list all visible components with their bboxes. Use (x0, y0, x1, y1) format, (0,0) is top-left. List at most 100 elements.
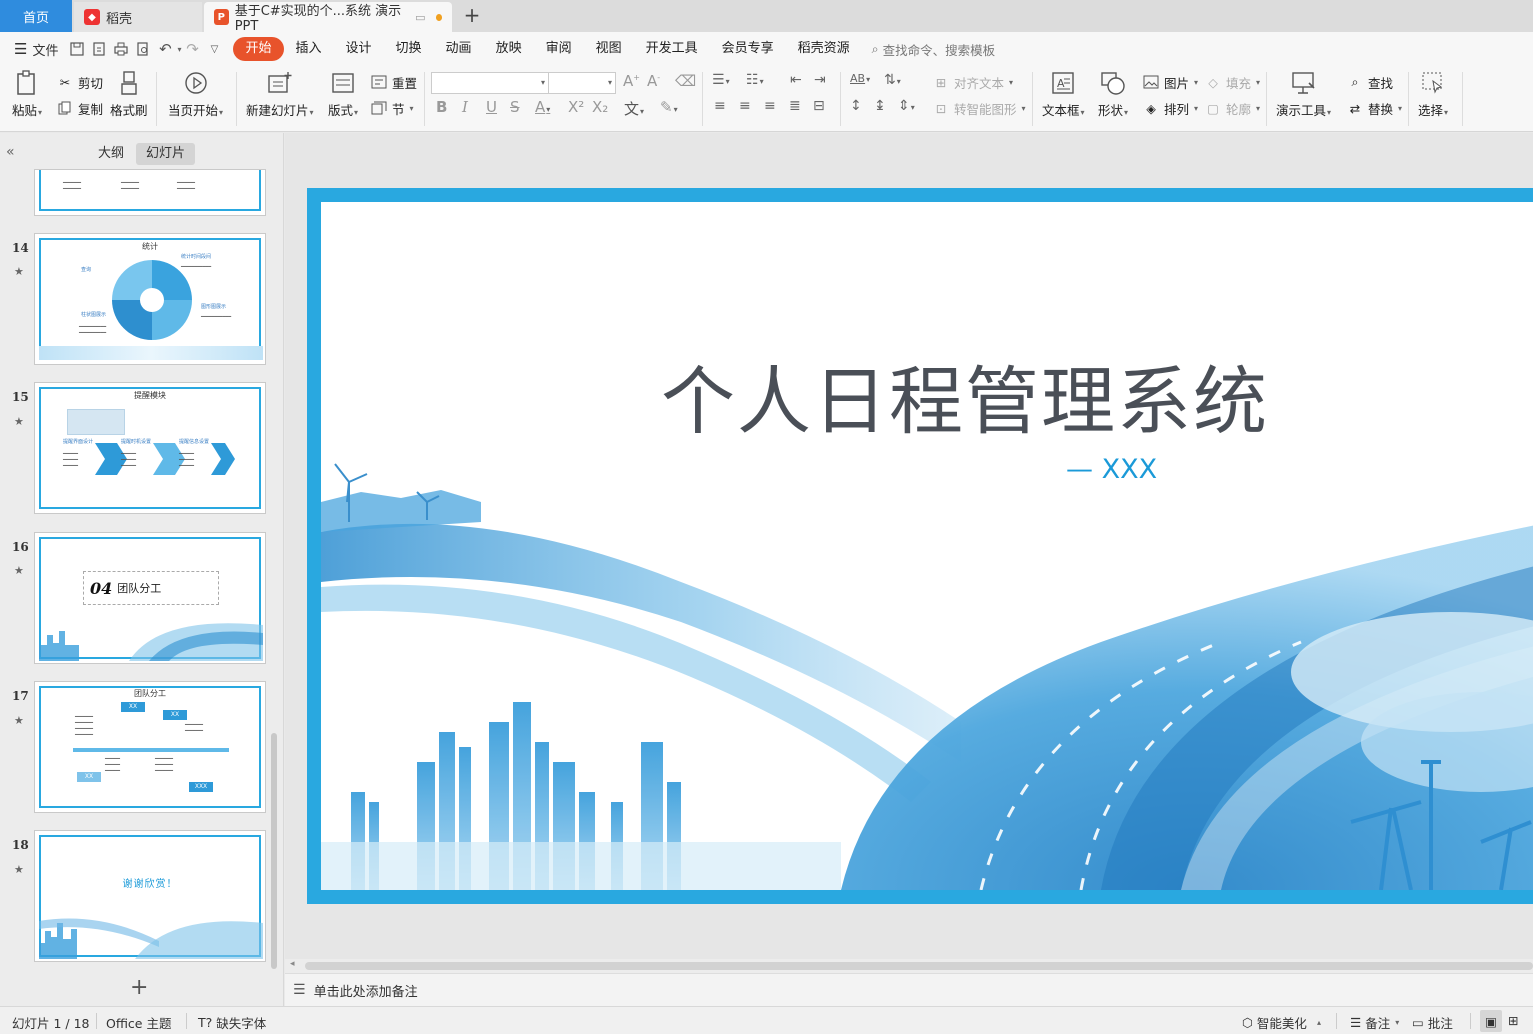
font-size-combo[interactable]: ▾ (548, 72, 616, 94)
bullets-icon[interactable]: ☰▾ (712, 72, 730, 88)
print-icon[interactable] (110, 38, 132, 60)
tab-slides[interactable]: 幻灯片 (136, 143, 196, 165)
font-color-icon[interactable]: A▾ (535, 98, 550, 116)
arrange-button[interactable]: ◈ 排列 ▾ (1142, 97, 1198, 119)
customize-quick-access-icon[interactable]: ▽ (203, 38, 225, 60)
export-pdf-icon[interactable] (88, 38, 110, 60)
smart-beautify-button[interactable]: ⬡ 智能美化 ▴ (1242, 1013, 1321, 1032)
paragraph-spacing-icon[interactable]: ↨ (874, 98, 886, 114)
superscript-icon[interactable]: X² (568, 98, 584, 116)
clear-format-icon[interactable]: ⌫ (675, 72, 696, 90)
command-search[interactable]: ⌕ 查找命令、搜索模板 (872, 40, 996, 59)
find-button[interactable]: ⌕ 查找 (1346, 71, 1393, 93)
menu-transition[interactable]: 切换 (384, 37, 434, 61)
redo-icon[interactable]: ↷ (181, 38, 203, 60)
print-preview-icon[interactable] (132, 38, 154, 60)
tab-outline[interactable]: 大纲 (88, 143, 134, 165)
tab-docer[interactable]: ◆ 稻壳 (74, 2, 202, 32)
file-menu[interactable]: ☰ 文件 (0, 40, 66, 59)
slide-sorter-button[interactable]: ⊞ (1508, 1013, 1518, 1028)
slide-subtitle[interactable]: — XXX (1066, 454, 1157, 485)
copy-button[interactable]: 复制 (56, 97, 103, 119)
notes-area[interactable]: ☰ 单击此处添加备注 (285, 973, 1533, 1006)
scrollbar-thumb[interactable] (305, 962, 1533, 970)
tab-home[interactable]: 首页 (0, 0, 72, 32)
text-shadow-icon[interactable]: AB▾ (850, 72, 870, 85)
shape-button[interactable]: 形状▾ (1098, 70, 1128, 119)
cut-button[interactable]: ✂ 剪切 (56, 71, 103, 93)
subscript-icon[interactable]: X₂ (592, 98, 608, 116)
menu-insert[interactable]: 插入 (284, 37, 334, 61)
paste-button[interactable]: 粘贴▾ (12, 70, 42, 119)
slide-thumbnail-15[interactable]: 提醒模块 提醒界面设计 提醒时机设置 提醒信息设置 ━━━━━ ━━━━━ ━━━━… (34, 382, 266, 514)
save-icon[interactable] (66, 38, 88, 60)
menu-view[interactable]: 视图 (584, 37, 634, 61)
horizontal-scrollbar[interactable]: ◂ (285, 959, 1533, 973)
menu-review[interactable]: 审阅 (534, 37, 584, 61)
slide-thumbnail-18[interactable]: 谢谢欣赏！ (34, 830, 266, 962)
distribute-icon[interactable]: ⊟ (813, 98, 825, 114)
tab-document[interactable]: P 基于C#实现的个...系统 演示PPT ▭ (204, 2, 452, 34)
missing-font-button[interactable]: T? 缺失字体 (198, 1013, 266, 1032)
fill-button[interactable]: ◇ 填充 ▾ (1204, 71, 1260, 93)
italic-icon[interactable]: I (462, 98, 468, 116)
slide-thumbnail-16[interactable]: 04 团队分工 (34, 532, 266, 664)
bold-icon[interactable]: B (436, 98, 447, 116)
layout-button[interactable]: 版式▾ (328, 70, 358, 119)
reset-button[interactable]: 重置 (370, 71, 417, 93)
comment-button[interactable]: ▭ 批注 (1412, 1013, 1453, 1032)
font-name-combo[interactable]: ▾ (431, 72, 549, 94)
new-slide-button[interactable]: 新建幻灯片▾ (246, 70, 314, 119)
new-tab-button[interactable]: + (460, 4, 484, 28)
spacing-more-icon[interactable]: ⇕▾ (898, 98, 915, 114)
slide-thumbnail-13[interactable]: ━━━━━━ ━━━━━━ ━━━━━━ ━━━━━━ ━━━━━━ ━━━━━━ (34, 169, 266, 216)
textbox-button[interactable]: A 文本框▾ (1042, 70, 1085, 119)
menu-member[interactable]: 会员专享 (710, 37, 786, 61)
arrange-icon: ◈ (1146, 100, 1156, 116)
highlight-icon[interactable]: ✎▾ (660, 98, 678, 116)
menu-animation[interactable]: 动画 (434, 37, 484, 61)
menu-slideshow[interactable]: 放映 (484, 37, 534, 61)
strikethrough-icon[interactable]: S (510, 98, 520, 116)
align-right-icon[interactable]: ≡ (764, 98, 776, 114)
menu-start[interactable]: 开始 (233, 37, 284, 61)
justify-icon[interactable]: ≣ (789, 98, 801, 114)
collapse-pane-icon[interactable]: « (6, 144, 15, 160)
text-direction-icon[interactable]: ⇅▾ (884, 72, 901, 88)
menu-design[interactable]: 设计 (334, 37, 384, 61)
picture-button[interactable]: 图片 ▾ (1142, 71, 1198, 93)
theme-name[interactable]: Office 主题 (106, 1013, 171, 1032)
select-button[interactable]: 选择▾ (1418, 70, 1448, 119)
format-painter-button[interactable]: 格式刷 (110, 70, 148, 119)
section-button[interactable]: 节 ▾ (370, 97, 414, 119)
phonetic-guide-icon[interactable]: 文▾ (624, 98, 644, 119)
increase-font-icon[interactable]: A+ (623, 72, 640, 90)
align-center-icon[interactable]: ≡ (739, 98, 751, 114)
presentation-tools-button[interactable]: 演示工具▾ (1276, 70, 1331, 119)
pane-scrollbar[interactable] (271, 733, 277, 969)
underline-icon[interactable]: U (486, 98, 497, 116)
increase-indent-icon[interactable]: ⇥ (814, 72, 826, 88)
current-slide[interactable]: 个人日程管理系统 — XXX (307, 188, 1533, 904)
decrease-font-icon[interactable]: A- (647, 72, 660, 90)
menu-docer-resources[interactable]: 稻壳资源 (786, 37, 862, 61)
slide-thumbnail-14[interactable]: 统计 查询 统计时间段间 图形图展示 柱状图展示 ━━━━━━━━━━ ━━━━… (34, 233, 266, 365)
replace-button[interactable]: ⇄ 替换 ▾ (1346, 97, 1402, 119)
align-left-icon[interactable]: ≡ (714, 98, 726, 114)
decrease-indent-icon[interactable]: ⇤ (790, 72, 802, 88)
convert-smartart-button[interactable]: ⊡ 转智能图形 ▾ (932, 97, 1026, 119)
line-spacing-icon[interactable]: ↕ (850, 98, 862, 114)
outline-button[interactable]: ▢ 轮廓 ▾ (1204, 97, 1260, 119)
menu-developer[interactable]: 开发工具 (634, 37, 710, 61)
add-slide-button[interactable]: + (130, 975, 148, 1000)
play-from-current-button[interactable]: 当页开始▾ (168, 70, 223, 119)
undo-icon[interactable]: ↶ (154, 38, 176, 60)
scroll-left-icon[interactable]: ◂ (290, 959, 295, 969)
slide-title[interactable]: 个人日程管理系统 (661, 342, 1269, 449)
select-cursor-icon (1419, 70, 1447, 96)
notes-toggle-button[interactable]: ☰ 备注 ▾ (1350, 1013, 1399, 1032)
align-text-button[interactable]: ⊞ 对齐文本 ▾ (932, 71, 1013, 93)
slide-thumbnail-17[interactable]: 团队分工 XX XX XX XXX ━━━━━━ ━━━━━━ ━━━━━━ ━━━━… (34, 681, 266, 813)
normal-view-button[interactable]: ▣ (1480, 1010, 1502, 1032)
numbering-icon[interactable]: ☷▾ (746, 72, 764, 88)
